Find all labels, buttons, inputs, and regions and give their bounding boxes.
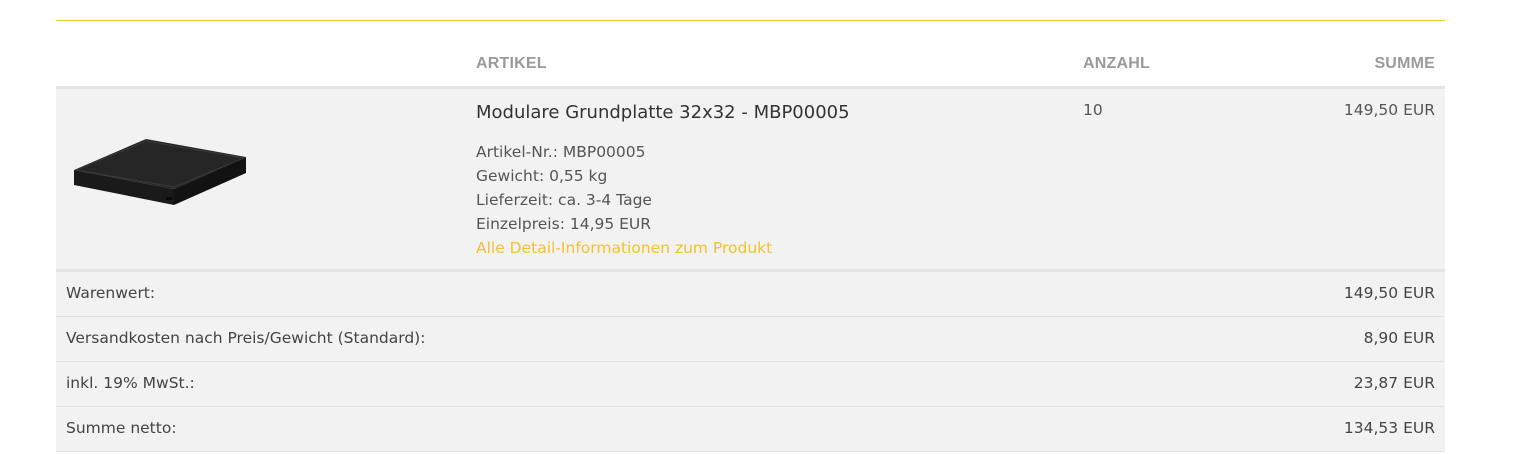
product-image[interactable] — [70, 137, 250, 215]
totals-label: Summe netto: — [66, 419, 177, 437]
top-divider — [56, 20, 1445, 21]
header-anzahl: ANZAHL — [1083, 55, 1150, 72]
order-summary: ARTIKEL ANZAHL SUMME Modulare Grundplatt… — [56, 0, 1445, 454]
unit-price: Einzelpreis: 14,95 EUR — [476, 215, 652, 233]
totals-label: Warenwert: — [66, 284, 156, 302]
article-number: Artikel-Nr.: MBP00005 — [476, 143, 646, 161]
totals-label: inkl. 19% MwSt.: — [66, 374, 195, 392]
totals-value: 23,87 EUR — [1353, 374, 1435, 392]
weight: Gewicht: 0,55 kg — [476, 167, 608, 185]
table-header: ARTIKEL ANZAHL SUMME — [56, 50, 1445, 86]
header-summe: SUMME — [1374, 55, 1435, 72]
totals-value: 134,53 EUR — [1343, 419, 1435, 437]
baseplate-icon — [74, 139, 246, 205]
totals-value: 8,90 EUR — [1363, 329, 1435, 347]
product-details: Artikel-Nr.: MBP00005 Gewicht: 0,55 kg L… — [476, 140, 772, 260]
totals-table: Warenwert: 149,50 EUR Versandkosten nach… — [56, 272, 1445, 452]
totals-row-warenwert: Warenwert: 149,50 EUR — [56, 272, 1445, 317]
delivery-time: Lieferzeit: ca. 3-4 Tage — [476, 191, 652, 209]
item-quantity: 10 — [1083, 101, 1103, 119]
product-name[interactable]: Modulare Grundplatte 32x32 - MBP00005 — [476, 102, 850, 123]
totals-row-versandkosten: Versandkosten nach Preis/Gewicht (Standa… — [56, 317, 1445, 362]
product-details-link[interactable]: Alle Detail-Informationen zum Produkt — [476, 236, 772, 260]
totals-label: Versandkosten nach Preis/Gewicht (Standa… — [66, 329, 426, 347]
table-row: Modulare Grundplatte 32x32 - MBP00005 Ar… — [56, 89, 1445, 269]
item-sum: 149,50 EUR — [1343, 101, 1435, 119]
header-artikel: ARTIKEL — [476, 55, 547, 72]
totals-row-mwst: inkl. 19% MwSt.: 23,87 EUR — [56, 362, 1445, 407]
totals-row-netto: Summe netto: 134,53 EUR — [56, 407, 1445, 452]
totals-value: 149,50 EUR — [1343, 284, 1435, 302]
